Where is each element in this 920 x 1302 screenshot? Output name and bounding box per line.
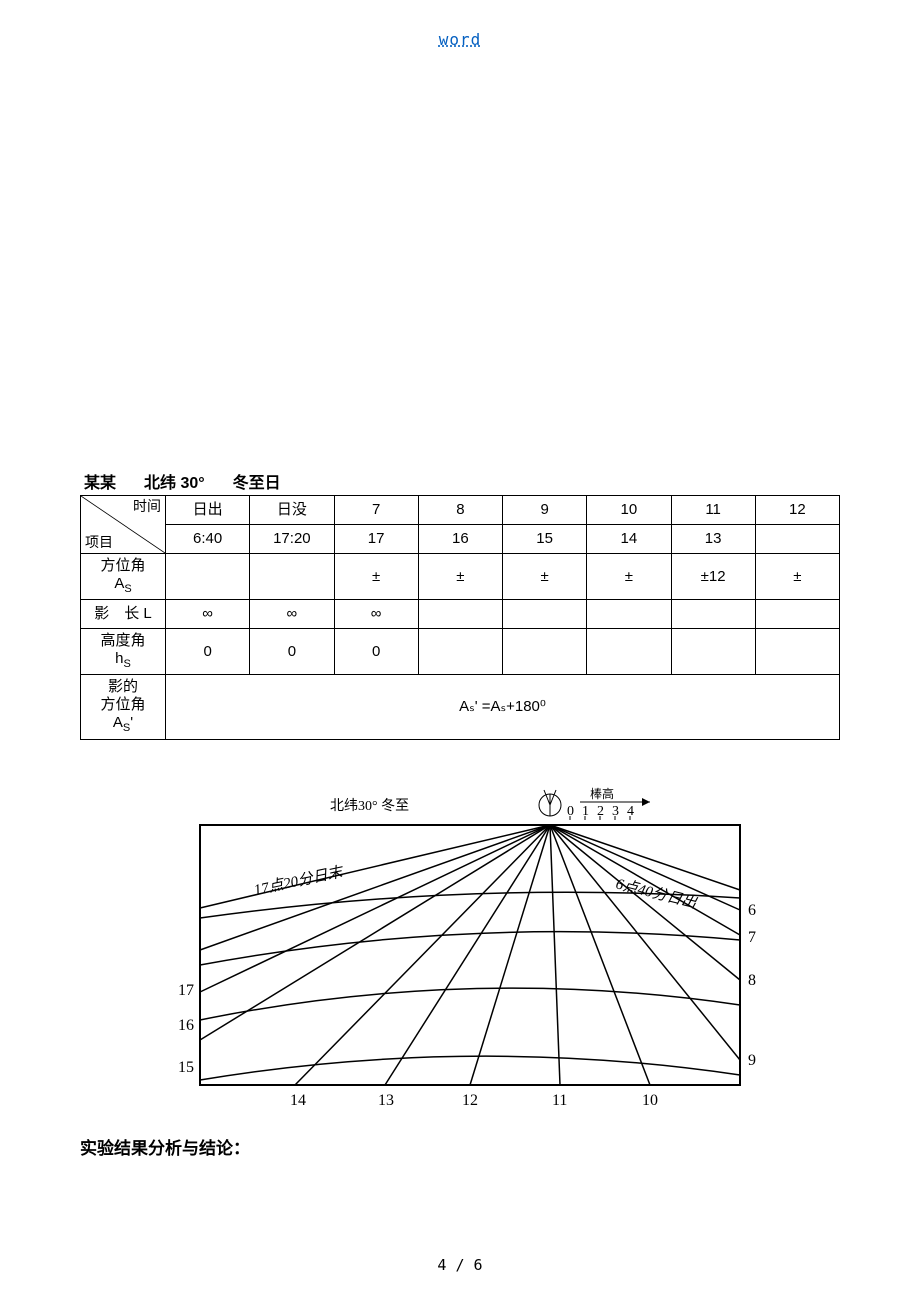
row-label: 影的 方位角 AS' (81, 675, 166, 739)
svg-text:9: 9 (748, 1052, 756, 1069)
cell (755, 600, 839, 629)
row-label: 影 长 L (81, 600, 166, 629)
cell: ± (503, 554, 587, 600)
svg-text:11: 11 (552, 1092, 567, 1109)
cell: ± (334, 554, 418, 600)
title-latitude: 北纬 30° (144, 469, 205, 493)
cell: ∞ (334, 600, 418, 629)
svg-text:7: 7 (748, 929, 756, 946)
sunrise-label: 6点40分日出 (614, 875, 699, 912)
title-place: 某某 (84, 469, 116, 493)
cell (671, 600, 755, 629)
svg-text:12: 12 (462, 1092, 478, 1109)
cell (587, 629, 671, 675)
col-head: 日没 (250, 496, 334, 525)
col-sub: 17 (334, 525, 418, 554)
sunset-label: 17点20分日末 (252, 863, 346, 899)
cell (503, 629, 587, 675)
title-day: 冬至日 (233, 469, 281, 493)
cell (166, 554, 250, 600)
svg-text:15: 15 (178, 1059, 194, 1076)
diag-bottom-left: 项目 (85, 534, 113, 551)
cell: ∞ (250, 600, 334, 629)
svg-text:6: 6 (748, 902, 756, 919)
cell (587, 600, 671, 629)
conclusion-heading: 实验结果分析与结论： (80, 1134, 840, 1159)
svg-text:14: 14 (290, 1092, 306, 1109)
col-head: 11 (671, 496, 755, 525)
hour-rays (200, 825, 740, 1085)
cell: ± (418, 554, 502, 600)
cell (755, 629, 839, 675)
cell (503, 600, 587, 629)
col-sub: 17:20 (250, 525, 334, 554)
cell: ± (587, 554, 671, 600)
cell (418, 629, 502, 675)
cell (671, 629, 755, 675)
col-head: 7 (334, 496, 418, 525)
scale-label: 棒高 (590, 786, 614, 801)
svg-text:17: 17 (178, 982, 194, 999)
svg-text:13: 13 (378, 1092, 394, 1109)
page-number: 4 / 6 (0, 1256, 920, 1274)
col-head: 日出 (166, 496, 250, 525)
formula-cell: Aₛ' =Aₛ+180⁰ (166, 675, 840, 739)
col-head: 12 (755, 496, 839, 525)
row-label: 高度角 hS (81, 629, 166, 675)
col-sub: 14 (587, 525, 671, 554)
col-head: 10 (587, 496, 671, 525)
cell (418, 600, 502, 629)
svg-text:16: 16 (178, 1017, 194, 1034)
cell (250, 554, 334, 600)
cell: 0 (250, 629, 334, 675)
cell: 0 (166, 629, 250, 675)
col-sub: 15 (503, 525, 587, 554)
header-link[interactable]: word (80, 30, 840, 49)
cell: 0 (334, 629, 418, 675)
svg-text:10: 10 (642, 1092, 658, 1109)
cell: ±12 (671, 554, 755, 600)
col-head: 8 (418, 496, 502, 525)
col-sub (755, 525, 839, 554)
scale-ticks: 0 1 2 3 4 (567, 804, 634, 820)
data-table: 时间 项目 日出 日没 7 8 9 10 11 12 6:40 17:20 17… (80, 495, 840, 740)
col-sub: 6:40 (166, 525, 250, 554)
col-sub: 13 (671, 525, 755, 554)
col-head: 9 (503, 496, 587, 525)
row-label: 方位角 AS (81, 554, 166, 600)
cell: ± (755, 554, 839, 600)
svg-text:8: 8 (748, 972, 756, 989)
diagram-title: 北纬30° 冬至 (330, 798, 409, 814)
cell: ∞ (166, 600, 250, 629)
col-sub: 16 (418, 525, 502, 554)
diag-top-right: 时间 (133, 498, 161, 515)
table-title: 某某 北纬 30° 冬至日 (80, 469, 840, 493)
shadow-diagram: 北纬30° 冬至 棒高 0 1 2 3 4 (140, 780, 780, 1110)
